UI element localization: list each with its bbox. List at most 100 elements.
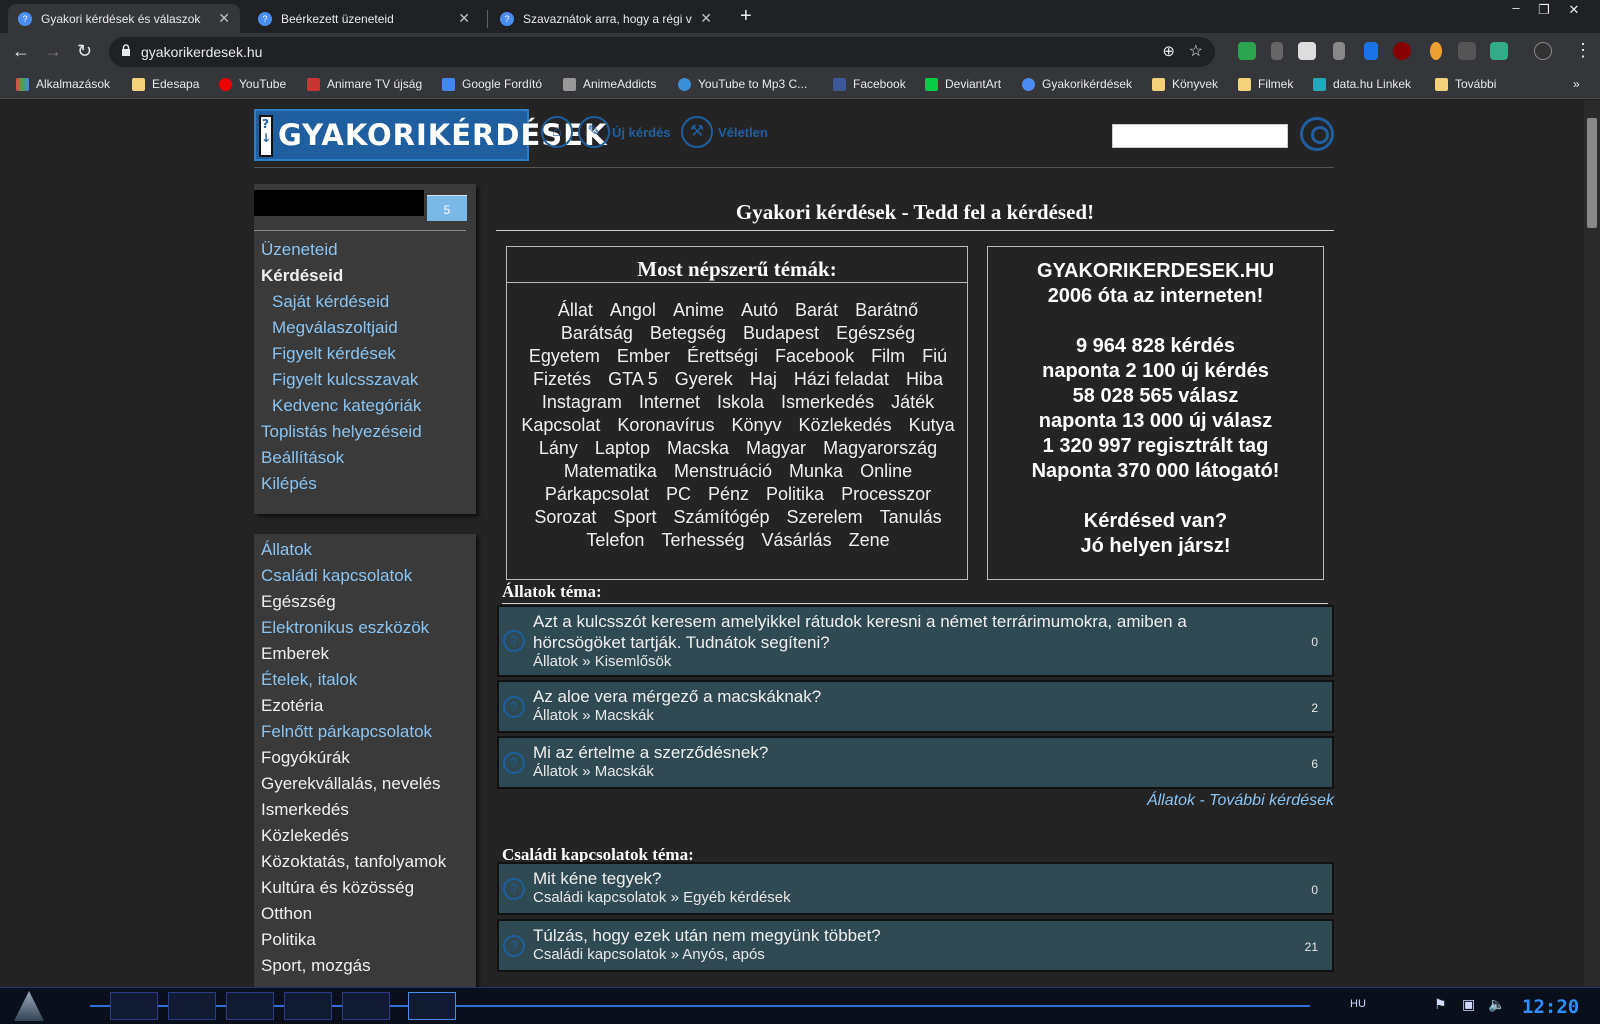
zoom-icon[interactable]: ⊕ xyxy=(1162,42,1175,60)
close-tab-icon[interactable]: ✕ xyxy=(700,10,712,27)
bookmark-apps[interactable]: Alkalmazások xyxy=(16,77,110,91)
topic-link[interactable]: Párkapcsolat xyxy=(545,483,649,506)
topic-link[interactable]: Laptop xyxy=(595,437,650,460)
question-title[interactable]: Túlzás, hogy ezek után nem megyünk többe… xyxy=(533,925,1233,946)
topic-link[interactable]: Játék xyxy=(891,391,934,414)
topic-link[interactable]: Kutya xyxy=(909,414,955,437)
category-item[interactable]: Felnőtt párkapcsolatok xyxy=(261,722,432,742)
category-item[interactable]: Kultúra és közösség xyxy=(261,878,414,898)
topic-link[interactable]: Ismerkedés xyxy=(781,391,874,414)
topic-link[interactable]: Pénz xyxy=(708,483,749,506)
topic-link[interactable]: Facebook xyxy=(775,345,854,368)
menu-logout[interactable]: Kilépés xyxy=(261,474,317,494)
question-category[interactable]: Állatok » Macskák xyxy=(533,707,654,724)
extension-drop-icon[interactable] xyxy=(1430,42,1442,60)
extension-download-icon[interactable] xyxy=(1271,42,1283,60)
bookmark-folder[interactable]: Filmek xyxy=(1238,77,1293,91)
close-tab-icon[interactable]: ✕ xyxy=(458,10,470,27)
menu-answered[interactable]: Megválaszoltjaid xyxy=(272,318,398,338)
question-category[interactable]: Állatok » Macskák xyxy=(533,763,654,780)
topic-link[interactable]: Számítógép xyxy=(673,506,769,529)
taskbar-media-player[interactable] xyxy=(168,992,216,1020)
category-item[interactable]: Gyerekvállalás, nevelés xyxy=(261,774,441,794)
topic-link[interactable]: Barát xyxy=(795,299,838,322)
taskbar-explorer[interactable] xyxy=(226,992,274,1020)
question-title[interactable]: Mi az értelme a szerződésnek? xyxy=(533,742,1233,763)
menu-own-questions[interactable]: Saját kérdéseid xyxy=(272,292,389,312)
topic-link[interactable]: Vásárlás xyxy=(762,529,832,552)
category-item[interactable]: Elektronikus eszközök xyxy=(261,618,429,638)
bookmark-gyakori[interactable]: Gyakorikérdések xyxy=(1022,77,1132,91)
taskbar-app[interactable] xyxy=(342,992,390,1020)
wrench-icon[interactable]: ⚒ xyxy=(681,116,713,148)
category-item[interactable]: Családi kapcsolatok xyxy=(261,566,412,586)
volume-icon[interactable]: 🔈 xyxy=(1488,996,1505,1013)
question-row[interactable]: ? Túlzás, hogy ezek után nem megyünk több… xyxy=(497,919,1334,972)
topic-link[interactable]: Magyar xyxy=(746,437,806,460)
clock[interactable]: 12:20 xyxy=(1522,996,1579,1018)
bookmark-mp3[interactable]: YouTube to Mp3 C... xyxy=(678,77,807,91)
search-icon[interactable] xyxy=(1300,117,1334,151)
minimize-icon[interactable]: – xyxy=(1504,0,1528,15)
topic-link[interactable]: Fiú xyxy=(922,345,947,368)
category-item[interactable]: Otthon xyxy=(261,904,312,924)
tab-gyakori[interactable]: ? Gyakori kérdések és válaszok ✕ xyxy=(8,4,240,33)
question-row[interactable]: ? Mit kéne tegyek? Családi kapcsolatok » E… xyxy=(497,862,1334,915)
category-item[interactable]: Állatok xyxy=(261,540,312,560)
search-input[interactable] xyxy=(1112,124,1288,148)
bookmark-animeaddicts[interactable]: AnimeAddicts xyxy=(563,77,656,91)
question-row[interactable]: ? Mi az értelme a szerződésnek? Állatok » … xyxy=(497,736,1334,789)
profile-avatar[interactable] xyxy=(1534,42,1552,60)
topic-link[interactable]: Lány xyxy=(539,437,578,460)
bookmark-star-icon[interactable]: ☆ xyxy=(1189,41,1203,61)
page-scrollbar[interactable] xyxy=(1584,100,1600,987)
topic-link[interactable]: Telefon xyxy=(586,529,644,552)
topic-link[interactable]: Film xyxy=(871,345,905,368)
category-item[interactable]: Ételek, italok xyxy=(261,670,357,690)
language-indicator[interactable]: HU xyxy=(1350,998,1366,1010)
question-title[interactable]: Azt a kulcsszót keresem amelyikkel rátud… xyxy=(533,611,1233,653)
pencil-icon[interactable]: ✎ xyxy=(578,116,610,148)
question-title[interactable]: Az aloe vera mérgező a macskáknak? xyxy=(533,686,1233,707)
category-item[interactable]: Közoktatás, tanfolyamok xyxy=(261,852,446,872)
topic-link[interactable]: Sorozat xyxy=(534,506,596,529)
network-icon[interactable]: ▣ xyxy=(1462,996,1475,1013)
topic-link[interactable]: Internet xyxy=(639,391,700,414)
bookmark-facebook[interactable]: Facebook xyxy=(833,77,906,91)
new-tab-icon[interactable]: + xyxy=(740,5,752,28)
random-link[interactable]: Véletlen xyxy=(718,125,768,140)
topic-link[interactable]: Érettségi xyxy=(687,345,758,368)
topic-link[interactable]: Barátnő xyxy=(855,299,918,322)
topic-link[interactable]: Online xyxy=(860,460,912,483)
topic-link[interactable]: GTA 5 xyxy=(608,368,658,391)
bookmarks-overflow-icon[interactable]: » xyxy=(1573,77,1580,91)
close-tab-icon[interactable]: ✕ xyxy=(218,10,230,27)
home-icon[interactable]: ⌂ xyxy=(541,116,573,148)
category-item[interactable]: Ezotéria xyxy=(261,696,323,716)
ublock-icon[interactable] xyxy=(1393,42,1411,60)
more-questions-link[interactable]: Állatok - További kérdések xyxy=(1147,792,1334,810)
topic-link[interactable]: Macska xyxy=(667,437,729,460)
extension-check-icon[interactable] xyxy=(1238,42,1256,60)
topic-link[interactable]: Magyarország xyxy=(823,437,937,460)
topic-link[interactable]: Politika xyxy=(766,483,824,506)
topic-link[interactable]: Menstruáció xyxy=(674,460,772,483)
question-category[interactable]: Családi kapcsolatok » Anyós, após xyxy=(533,946,765,963)
flag-icon[interactable]: ⚑ xyxy=(1434,996,1447,1013)
bookmark-translate[interactable]: Google Fordító xyxy=(442,77,542,91)
category-item[interactable]: Fogyókúrák xyxy=(261,748,350,768)
scrollbar-thumb[interactable] xyxy=(1587,118,1597,228)
question-title[interactable]: Mit kéne tegyek? xyxy=(533,868,1233,889)
reload-icon[interactable]: ↻ xyxy=(77,41,92,62)
topic-link[interactable]: Fizetés xyxy=(533,368,591,391)
topic-link[interactable]: Koronavírus xyxy=(617,414,714,437)
topic-link[interactable]: Egészség xyxy=(836,322,915,345)
topic-link[interactable]: Betegség xyxy=(650,322,726,345)
extension-cube-icon[interactable] xyxy=(1458,42,1476,60)
notification-badge[interactable]: 5 xyxy=(427,195,467,221)
category-item[interactable]: Közlekedés xyxy=(261,826,349,846)
category-item[interactable]: Egészség xyxy=(261,592,336,612)
bookmark-folder[interactable]: Edesapa xyxy=(132,77,199,91)
topic-link[interactable]: Könyv xyxy=(732,414,782,437)
extension-s-icon[interactable] xyxy=(1490,42,1508,60)
